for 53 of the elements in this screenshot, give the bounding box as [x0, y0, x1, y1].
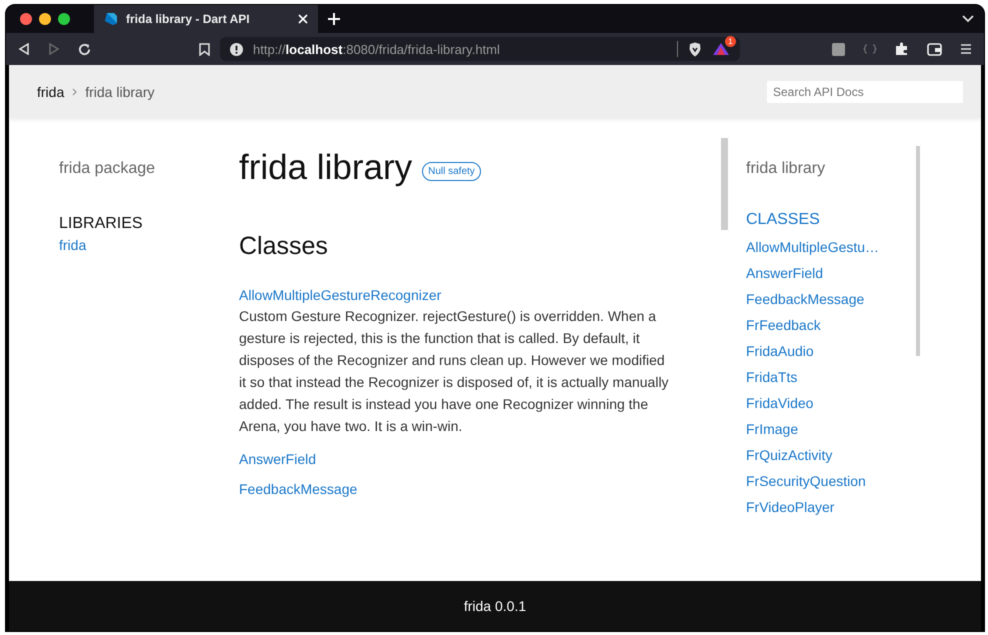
class-link[interactable]: AllowMultipleGestureRecognizer	[239, 287, 709, 303]
zoom-window-button[interactable]	[58, 13, 70, 25]
section-title: Classes	[239, 232, 329, 261]
class-link[interactable]: AllowMultipleGestu…	[746, 239, 916, 255]
package-title: frida package	[59, 160, 156, 178]
class-link[interactable]: FridaVideo	[746, 395, 916, 411]
forward-icon[interactable]	[48, 43, 60, 55]
notification-badge: 1	[725, 36, 736, 47]
page-title: frida library	[239, 148, 412, 188]
class-link[interactable]: FrFeedback	[746, 317, 916, 333]
class-link[interactable]: FeedbackMessage	[746, 291, 916, 307]
class-link[interactable]: FridaTts	[746, 369, 916, 385]
reload-icon[interactable]	[78, 42, 91, 56]
address-bar[interactable]: http://localhost:8080/frida/frida-library.html 1	[220, 37, 740, 61]
null-safety-badge[interactable]: Null safety	[422, 162, 481, 180]
chevron-down-icon[interactable]	[962, 15, 974, 23]
back-icon[interactable]	[18, 43, 30, 55]
scrollbar-thumb[interactable]	[916, 146, 920, 356]
section-heading: LIBRARIES	[59, 215, 144, 233]
new-tab-icon[interactable]	[328, 13, 340, 25]
scrollbar-thumb[interactable]	[721, 138, 728, 230]
breadcrumb-item: frida library	[85, 84, 154, 100]
class-link[interactable]: FrImage	[746, 421, 916, 437]
search-field[interactable]: Search API Docs	[767, 80, 963, 102]
dart-logo-icon	[104, 12, 118, 26]
close-window-button[interactable]	[20, 13, 32, 25]
extension-icon[interactable]	[832, 42, 845, 56]
minimize-window-button[interactable]	[39, 13, 51, 25]
bookmark-icon[interactable]	[199, 42, 210, 56]
class-link[interactable]: FridaAudio	[746, 343, 916, 359]
version-text: frida 0.0.1	[464, 598, 526, 614]
puzzle-icon[interactable]	[895, 42, 909, 56]
chevron-right-icon	[72, 88, 78, 96]
library-title: frida library	[746, 160, 826, 178]
shield-icon[interactable]	[688, 42, 702, 56]
class-link[interactable]: FeedbackMessage	[239, 481, 709, 497]
class-link[interactable]: AnswerField	[239, 451, 709, 467]
class-description: Custom Gesture Recognizer. rejectGesture() is overridden. When a gesture is rejected, this is the function that is called. By default, it disposes of the Recognizer and runs clean up. However we modified it so that instead the Recognizer is disposed of, it is actually manually added. The result is instead you have one Recognizer winning the Arena, you have two. It is a win-win.	[239, 307, 669, 436]
url-text: http://localhost:8080/frida/frida-library.html	[253, 42, 500, 56]
close-tab-icon[interactable]	[298, 14, 308, 24]
info-icon	[230, 42, 243, 56]
classes-link[interactable]: CLASSES	[746, 211, 916, 229]
class-link[interactable]: AnswerField	[746, 265, 916, 281]
wallet-icon[interactable]	[927, 42, 942, 56]
class-link[interactable]: FrVideoPlayer	[746, 499, 916, 515]
class-link[interactable]: FrQuizActivity	[746, 447, 916, 463]
class-link[interactable]: FrSecurityQuestion	[746, 473, 916, 489]
triangle-icon[interactable]	[712, 42, 730, 56]
browser-tab[interactable]: frida library - Dart API	[94, 5, 318, 33]
breadcrumb-item[interactable]: frida	[37, 84, 64, 100]
menu-icon[interactable]	[960, 43, 972, 55]
braces-icon[interactable]	[863, 44, 877, 54]
library-link[interactable]: frida	[59, 237, 239, 253]
